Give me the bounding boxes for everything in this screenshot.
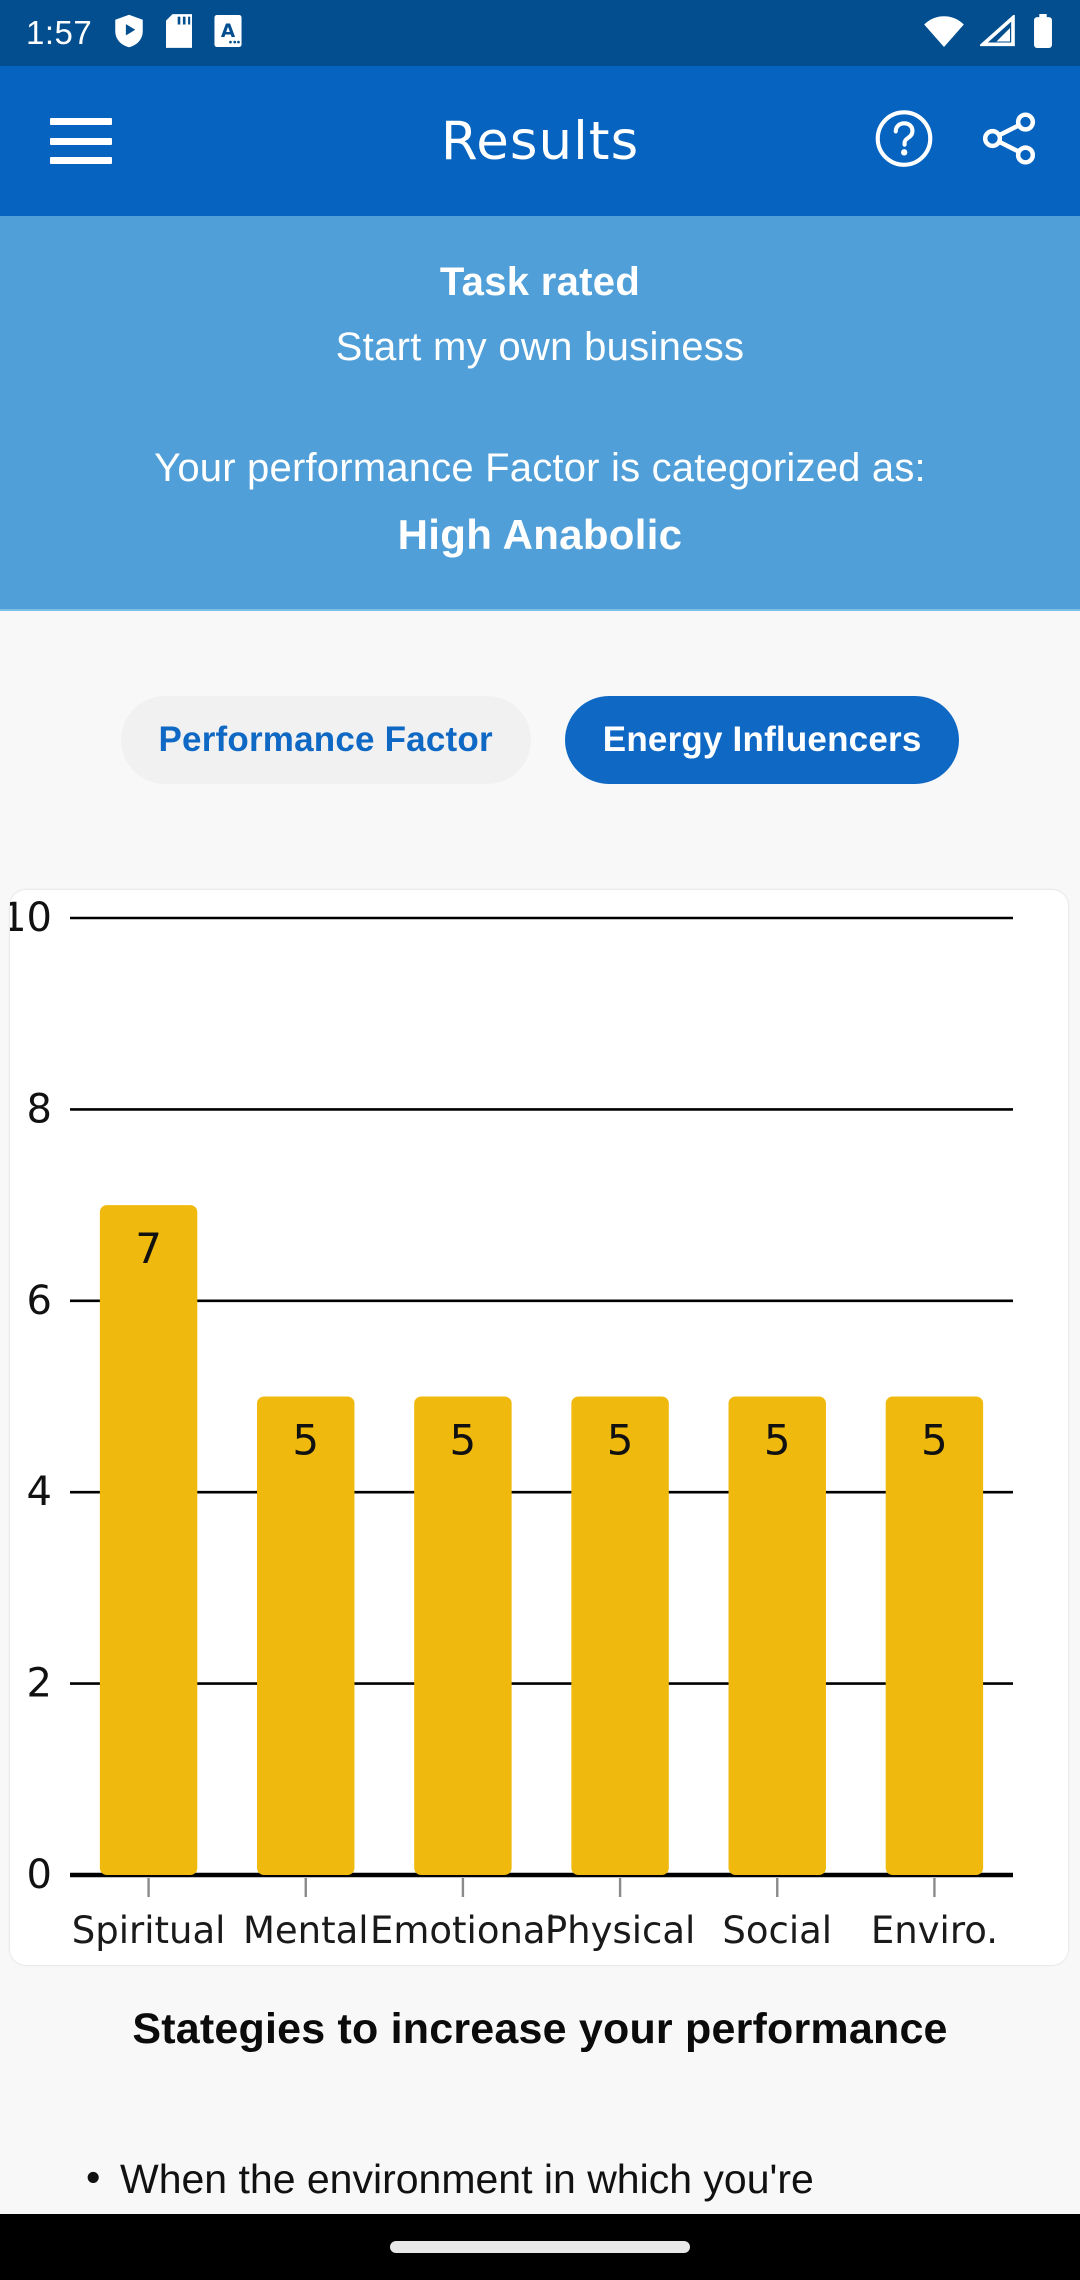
- status-bar-left: 1:57 A: [26, 13, 242, 53]
- svg-text:Social: Social: [722, 1909, 832, 1952]
- help-circle-icon[interactable]: [874, 109, 934, 174]
- svg-text:5: 5: [921, 1416, 948, 1465]
- svg-text:8: 8: [27, 1086, 52, 1132]
- svg-text:Mental: Mental: [243, 1909, 369, 1952]
- svg-text:10: 10: [10, 895, 52, 941]
- svg-text:Emotional: Emotional: [370, 1909, 556, 1952]
- hamburger-menu-icon[interactable]: [50, 118, 112, 164]
- cellular-signal-icon: [978, 13, 1016, 52]
- svg-text:Physical: Physical: [545, 1909, 696, 1952]
- svg-text:5: 5: [764, 1416, 791, 1465]
- svg-text:2: 2: [27, 1661, 52, 1707]
- info-panel: Task rated Start my own business Your pe…: [0, 216, 1080, 611]
- strategy-list: When the environment in which you're: [0, 2150, 1080, 2207]
- gesture-pill[interactable]: [390, 2241, 690, 2253]
- list-item: When the environment in which you're: [78, 2150, 1002, 2207]
- svg-text:A: A: [221, 21, 236, 42]
- android-nav-bar: [0, 2214, 1080, 2280]
- svg-text:5: 5: [292, 1416, 319, 1465]
- status-bar: 1:57 A: [0, 0, 1080, 66]
- text-a-icon: A: [214, 14, 242, 52]
- task-rated-label: Task rated: [439, 260, 641, 304]
- svg-text:0: 0: [27, 1852, 52, 1898]
- status-bar-right: [924, 0, 1054, 66]
- svg-text:6: 6: [27, 1278, 52, 1324]
- app-bar: Results: [0, 66, 1080, 216]
- status-time: 1:57: [26, 14, 93, 51]
- energy-influencers-chart-card: 0 2 4 6 8 10 7 Spiritual 5 Mental 5 Emotional 5 Physi…: [10, 890, 1068, 1965]
- svg-text:5: 5: [450, 1416, 477, 1465]
- svg-text:Spiritual: Spiritual: [72, 1909, 226, 1952]
- wifi-icon: [924, 15, 964, 52]
- svg-text:5: 5: [607, 1416, 634, 1465]
- svg-text:4: 4: [27, 1469, 52, 1515]
- strategies-section: Stategies to increase your performance W…: [0, 2005, 1080, 2207]
- sd-card-icon: [166, 13, 193, 53]
- app-bar-actions: [874, 108, 1040, 175]
- share-icon[interactable]: [978, 108, 1040, 175]
- tab-bar: Performance Factor Energy Influencers: [0, 611, 1080, 862]
- category-value: High Anabolic: [397, 511, 683, 558]
- strategies-title: Stategies to increase your performance: [132, 2005, 948, 2053]
- bar-chart: 0 2 4 6 8 10 7 Spiritual 5 Mental 5 Emotional 5 Physi…: [10, 895, 1013, 1952]
- shield-play-icon: [114, 14, 144, 53]
- category-intro: Your performance Factor is categorized a…: [154, 446, 926, 490]
- svg-text:Enviro.: Enviro.: [871, 1909, 998, 1952]
- task-name: Start my own business: [335, 325, 745, 369]
- svg-text:7: 7: [135, 1224, 162, 1273]
- tab-energy-influencers[interactable]: Energy Influencers: [564, 696, 960, 784]
- tab-performance-factor[interactable]: Performance Factor: [120, 696, 531, 784]
- battery-icon: [1032, 13, 1054, 53]
